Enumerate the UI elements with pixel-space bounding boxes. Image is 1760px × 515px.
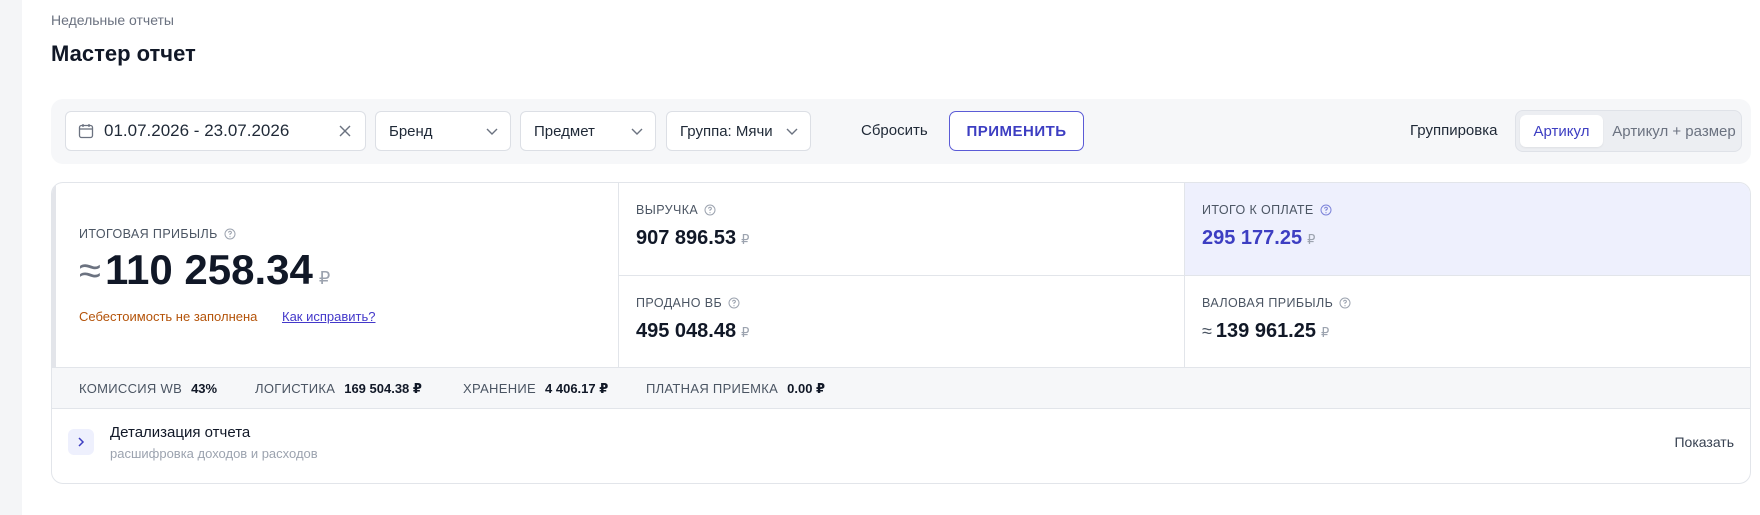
page-title: Мастер отчет: [51, 41, 196, 66]
total-profit-label: ИТОГОВАЯ ПРИБЫЛЬ: [79, 227, 218, 241]
total-to-pay-metric: ИТОГО К ОПЛАТЕ 295 177.25 ₽: [1184, 183, 1750, 275]
grouping-label: Группировка: [1410, 122, 1498, 139]
approx-sign: ≈: [79, 249, 101, 293]
total-profit-label-row: ИТОГОВАЯ ПРИБЫЛЬ: [79, 227, 236, 241]
gross-profit-label-row: ВАЛОВАЯ ПРИБЫЛЬ: [1202, 296, 1351, 310]
expand-button[interactable]: [68, 429, 94, 455]
stat-logistics: ЛОГИСТИКА 169 504.38 ₽: [255, 381, 422, 397]
total-to-pay-value: 295 177.25 ₽: [1202, 227, 1315, 250]
revenue-value: 907 896.53 ₽: [636, 227, 749, 250]
reset-button[interactable]: Сбросить: [861, 122, 928, 139]
gross-profit-label: ВАЛОВАЯ ПРИБЫЛЬ: [1202, 296, 1334, 310]
chevron-down-icon: [786, 128, 798, 135]
show-button[interactable]: Показать: [1674, 434, 1734, 450]
help-icon[interactable]: [1320, 204, 1332, 216]
detail-subtitle: расшифровка доходов и расходов: [110, 446, 318, 461]
help-icon[interactable]: [704, 204, 716, 216]
how-to-fix-link[interactable]: Как исправить?: [282, 309, 376, 324]
total-to-pay-amount: 295 177.25: [1202, 227, 1303, 249]
app-root: Недельные отчеты Мастер отчет 01.07.2026…: [0, 0, 1760, 515]
report-summary-card: ИТОГОВАЯ ПРИБЫЛЬ ≈ 110 258.34 ₽ Себестои…: [51, 182, 1751, 484]
cost-warning: Себестоимость не заполнена: [79, 309, 258, 324]
currency-sign: ₽: [1307, 232, 1316, 247]
currency-sign: ₽: [1321, 325, 1330, 340]
sold-wb-label-row: ПРОДАНО ВБ: [636, 296, 740, 310]
currency-sign: ₽: [741, 325, 750, 340]
grouping-option-article-size[interactable]: Артикул + размер: [1608, 115, 1740, 147]
stat-label: ЛОГИСТИКА: [255, 381, 336, 396]
report-detail-row[interactable]: Детализация отчета расшифровка доходов и…: [52, 409, 1750, 483]
date-range-picker[interactable]: 01.07.2026 - 23.07.2026: [65, 111, 366, 151]
stat-value: 4 406.17 ₽: [545, 381, 609, 396]
total-to-pay-label: ИТОГО К ОПЛАТЕ: [1202, 203, 1314, 217]
date-range-value: 01.07.2026 - 23.07.2026: [104, 121, 290, 140]
currency-sign: ₽: [318, 268, 331, 288]
gross-profit-metric: ВАЛОВАЯ ПРИБЫЛЬ ≈ 139 961.25 ₽: [1184, 275, 1750, 367]
grouping-toggle: Артикул Артикул + размер: [1515, 110, 1742, 152]
left-rail: [0, 0, 22, 515]
sold-wb-label: ПРОДАНО ВБ: [636, 296, 723, 310]
stat-value: 169 504.38 ₽: [344, 381, 422, 396]
stat-value: 43%: [191, 381, 218, 396]
chevron-down-icon: [486, 128, 498, 135]
cost-stats-bar: КОМИССИЯ WB 43% ЛОГИСТИКА 169 504.38 ₽ Х…: [52, 367, 1750, 409]
help-icon[interactable]: [728, 297, 740, 309]
subject-select-value: Предмет: [534, 122, 595, 140]
sold-wb-amount: 495 048.48: [636, 320, 737, 342]
chevron-down-icon: [631, 128, 643, 135]
approx-sign: ≈: [1202, 321, 1212, 341]
close-icon[interactable]: [337, 123, 353, 139]
brand-select-value: Бренд: [389, 122, 433, 140]
grouping-option-article[interactable]: Артикул: [1520, 115, 1603, 147]
revenue-metric: ВЫРУЧКА 907 896.53 ₽: [618, 183, 1184, 275]
stat-label: ПЛАТНАЯ ПРИЕМКА: [646, 381, 779, 396]
gross-profit-amount: 139 961.25: [1215, 320, 1316, 342]
apply-button[interactable]: ПРИМЕНИТЬ: [949, 111, 1084, 151]
calendar-icon: [78, 124, 94, 139]
stat-label: ХРАНЕНИЕ: [463, 381, 537, 396]
stat-paid-acceptance: ПЛАТНАЯ ПРИЕМКА 0.00 ₽: [646, 381, 825, 397]
revenue-label: ВЫРУЧКА: [636, 203, 699, 217]
help-icon[interactable]: [1339, 297, 1351, 309]
main-content: Недельные отчеты Мастер отчет 01.07.2026…: [22, 0, 1760, 515]
total-to-pay-label-row: ИТОГО К ОПЛАТЕ: [1202, 203, 1332, 217]
breadcrumb[interactable]: Недельные отчеты: [51, 12, 174, 28]
filter-bar: 01.07.2026 - 23.07.2026 Бренд Предмет Гр…: [51, 99, 1751, 164]
stat-value: 0.00 ₽: [787, 381, 826, 396]
detail-title: Детализация отчета: [110, 424, 251, 441]
group-select-value: Группа: Мячи: [680, 122, 773, 140]
sold-wb-value: 495 048.48 ₽: [636, 320, 749, 343]
brand-select[interactable]: Бренд: [375, 111, 511, 151]
sold-wb-metric: ПРОДАНО ВБ 495 048.48 ₽: [618, 275, 1184, 367]
total-profit-value: ≈ 110 258.34 ₽: [79, 246, 330, 294]
revenue-label-row: ВЫРУЧКА: [636, 203, 716, 217]
group-select[interactable]: Группа: Мячи: [666, 111, 811, 151]
total-profit-panel: ИТОГОВАЯ ПРИБЫЛЬ ≈ 110 258.34 ₽ Себестои…: [52, 183, 619, 367]
gross-profit-value: ≈ 139 961.25 ₽: [1202, 320, 1329, 343]
currency-sign: ₽: [741, 232, 750, 247]
chevron-right-icon: [78, 437, 85, 447]
stat-storage: ХРАНЕНИЕ 4 406.17 ₽: [463, 381, 608, 397]
help-icon[interactable]: [224, 228, 236, 240]
total-profit-amount: 110 258.34: [104, 246, 313, 293]
stat-label: КОМИССИЯ WB: [79, 381, 183, 396]
revenue-amount: 907 896.53: [636, 227, 737, 249]
stat-commission: КОМИССИЯ WB 43%: [79, 381, 217, 396]
subject-select[interactable]: Предмет: [520, 111, 656, 151]
